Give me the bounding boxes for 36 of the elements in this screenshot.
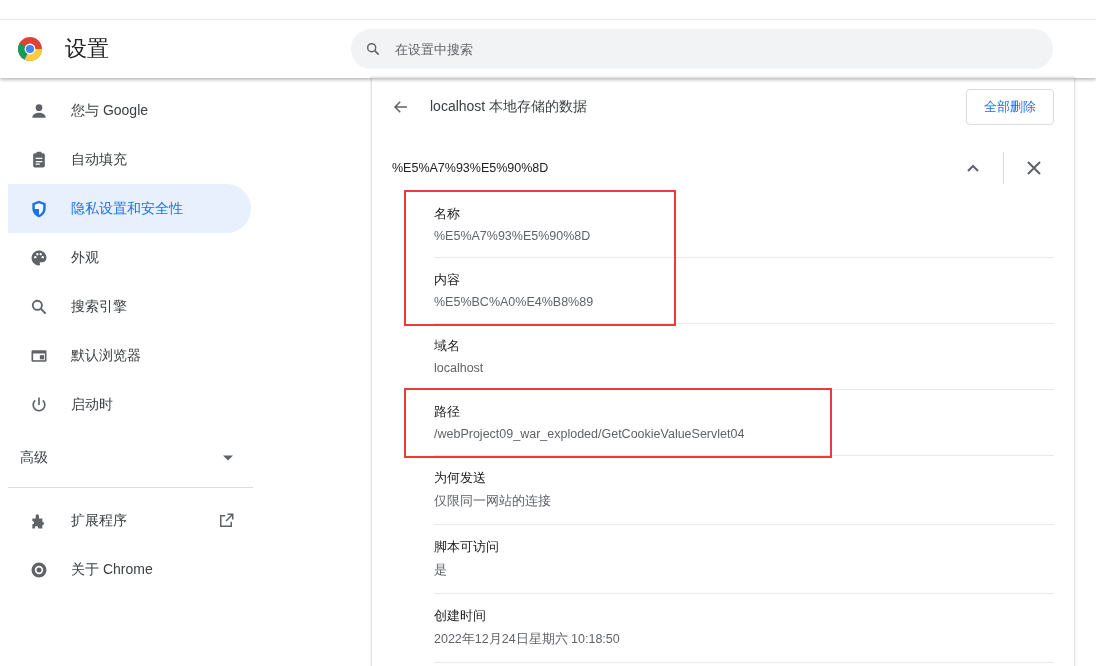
sidebar-item[interactable]: 搜索引擎 bbox=[8, 282, 251, 331]
field-label: 脚本可访问 bbox=[434, 538, 500, 556]
back-arrow-icon[interactable] bbox=[392, 98, 410, 116]
sidebar-item[interactable]: 关于 Chrome bbox=[8, 545, 251, 594]
sidebar-item[interactable]: 您与 Google bbox=[8, 86, 251, 135]
field-value: 仅限同一网站的连接 bbox=[434, 493, 552, 510]
external-link-icon bbox=[217, 511, 235, 530]
sidebar-section-toggle[interactable]: 高级 bbox=[0, 429, 253, 487]
field-value: %E5%BC%A0%E4%B8%89 bbox=[434, 295, 595, 309]
sidebar-item[interactable]: 隐私设置和安全性 bbox=[8, 184, 251, 233]
sidebar-item[interactable]: 扩展程序 bbox=[8, 496, 251, 545]
field-value: /webProject09_war_exploded/GetCookieValueServlet04 bbox=[434, 427, 746, 441]
field-label: 内容 bbox=[434, 271, 461, 289]
search-input[interactable]: 在设置中搜索 bbox=[393, 40, 1039, 58]
field-label: 域名 bbox=[434, 337, 461, 355]
field-label: 路径 bbox=[434, 403, 461, 421]
field-label: 为何发送 bbox=[434, 469, 487, 487]
search-icon bbox=[365, 41, 381, 57]
sidebar-item[interactable]: 启动时 bbox=[8, 380, 251, 429]
field-value: 是 bbox=[434, 562, 448, 579]
section-label: 高级 bbox=[20, 449, 48, 467]
chrome-logo-icon bbox=[17, 36, 43, 62]
delete-all-button[interactable]: 全部删除 bbox=[966, 89, 1054, 125]
field-value: localhost bbox=[434, 361, 485, 375]
sidebar-item-icon bbox=[29, 198, 49, 219]
field-value: 2022年12月24日星期六 10:18:50 bbox=[434, 631, 621, 648]
search-bar[interactable]: 在设置中搜索 bbox=[351, 29, 1053, 69]
field-value: %E5%A7%93%E5%90%8D bbox=[434, 229, 592, 243]
sidebar-item[interactable]: 自动填充 bbox=[8, 135, 251, 184]
page-title: 设置 bbox=[65, 35, 110, 63]
subpage-title: localhost 本地存储的数据 bbox=[430, 98, 589, 116]
cookie-name: %E5%A7%93%E5%90%8D bbox=[392, 161, 550, 175]
sidebar-item[interactable]: 默认浏览器 bbox=[8, 331, 251, 380]
sidebar-item[interactable]: 外观 bbox=[8, 233, 251, 282]
field-label: 创建时间 bbox=[434, 607, 487, 625]
field-label: 名称 bbox=[434, 205, 461, 223]
